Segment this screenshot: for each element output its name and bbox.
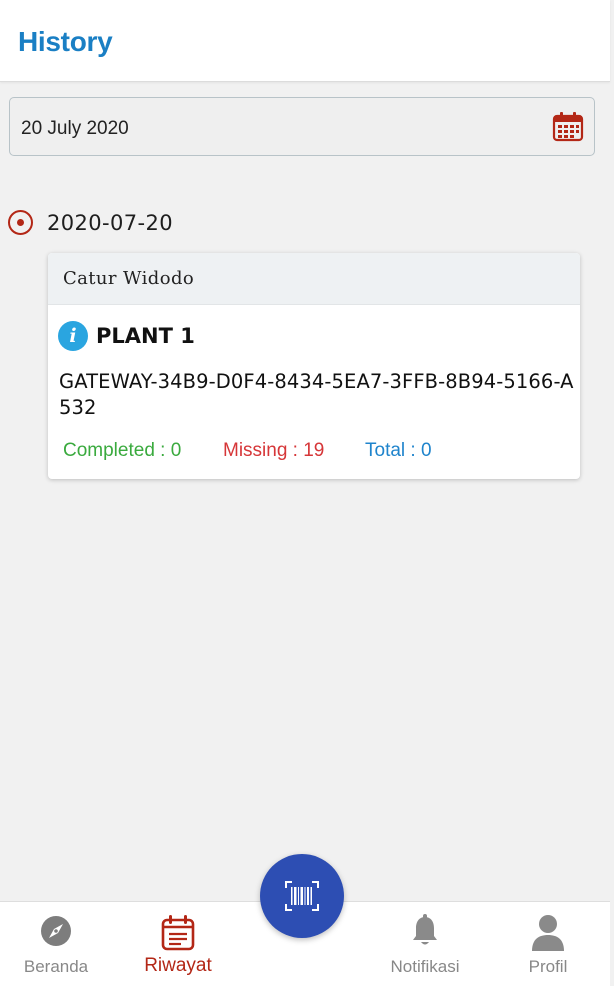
barcode-scan-icon <box>285 881 319 911</box>
timeline-dot-icon <box>8 210 33 235</box>
bell-icon <box>410 914 440 953</box>
nav-label-notifikasi: Notifikasi <box>390 957 460 976</box>
nav-item-riwayat[interactable]: Riwayat <box>128 902 228 986</box>
history-card[interactable]: Catur Widodo i PLANT 1 GATEWAY-34B9-D0F4… <box>48 253 580 479</box>
completed-count: Completed : 0 <box>63 440 182 461</box>
date-filter-value: 20 July 2020 <box>21 118 129 139</box>
date-filter-field[interactable]: 20 July 2020 <box>9 97 595 156</box>
scan-button[interactable] <box>260 854 344 938</box>
nav-item-beranda[interactable]: Beranda <box>6 902 106 986</box>
card-header: Catur Widodo <box>48 253 580 305</box>
history-group-date: 2020-07-20 <box>47 211 174 235</box>
total-count: Total : 0 <box>365 440 432 461</box>
gateway-id: GATEWAY-34B9-D0F4-8434-5EA7-3FFB-8B94-51… <box>59 370 574 419</box>
page-title: History <box>18 26 113 57</box>
nav-label-profil: Profil <box>528 957 568 976</box>
card-user-name: Catur Widodo <box>63 268 195 289</box>
plant-name: PLANT 1 <box>96 324 195 348</box>
missing-count: Missing : 19 <box>223 440 325 461</box>
info-icon: i <box>58 321 88 351</box>
calendar-icon <box>160 914 196 957</box>
nav-item-profil[interactable]: Profil <box>498 902 598 986</box>
app-header: History <box>0 0 610 82</box>
nav-label-beranda: Beranda <box>23 957 89 976</box>
compass-icon <box>39 914 73 953</box>
person-icon <box>530 914 566 957</box>
nav-item-notifikasi[interactable]: Notifikasi <box>375 902 475 986</box>
nav-label-riwayat: Riwayat <box>144 955 212 976</box>
calendar-icon[interactable] <box>552 110 584 142</box>
